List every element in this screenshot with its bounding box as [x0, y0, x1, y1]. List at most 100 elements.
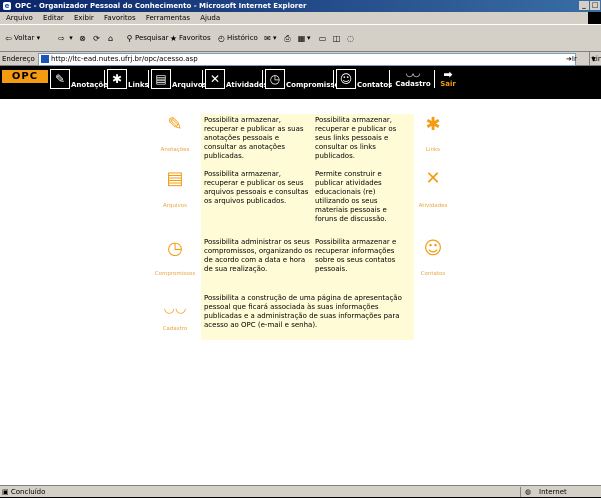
window-title-bar: e OPC - Organizador Pessoal do Conhecime… [0, 0, 601, 12]
refresh-button[interactable]: ⟳ [91, 31, 102, 45]
nav-separator [434, 70, 435, 88]
feature-label-arquivos[interactable]: Arquivos [153, 203, 197, 209]
zone-label: Internet [539, 488, 567, 496]
smiley-icon[interactable]: ☺ [411, 239, 455, 259]
nav-atividades[interactable]: ✕ Atividades [205, 69, 268, 91]
feature-desc-atividades: Permite construir e publicar atividades … [312, 168, 414, 236]
go-button[interactable]: ➔Ir [566, 52, 577, 66]
menu-bar: Arquivo Editar Exibir Favoritos Ferramen… [0, 12, 588, 24]
status-text: Concluído [10, 488, 46, 496]
feature-desc-cadastro: Possibilita a construção de uma página d… [201, 292, 414, 340]
edit-button[interactable]: ▦ ▾ [296, 31, 311, 45]
research-icon: ◫ [332, 33, 341, 43]
pencil-icon[interactable]: ✎ [153, 115, 197, 135]
mail-button[interactable]: ✉ ▾ [262, 31, 276, 45]
nav-arquivos[interactable]: ▤ Arquivos [151, 69, 207, 91]
nav-anotacoes[interactable]: ✎ Anotações [50, 69, 112, 91]
back-arrow-icon: ⇦ [5, 33, 12, 43]
nav-separator [148, 70, 149, 88]
nav-separator [104, 70, 105, 88]
security-zone: ◍ Internet [520, 487, 601, 497]
nav-contatos[interactable]: ☺ Contatos [336, 69, 392, 91]
file-cabinet-icon[interactable]: ▤ [153, 169, 197, 189]
nav-separator [202, 70, 203, 88]
browser-toolbar: ⇦ Voltar ▾ ⇨ ▾ ⊗ ⟳ ⌂ ⚲ Pesquisar ★ Favorito… [0, 24, 601, 52]
favorites-icon: ★ [169, 33, 178, 43]
feature-desc-contatos: Possibilita armazenar e recuperar inform… [312, 236, 414, 292]
print-button[interactable]: ⎙ [282, 31, 293, 45]
menu-exibir[interactable]: Exibir [74, 14, 94, 22]
address-input[interactable]: http://ltc-ead.nutes.ufrj.br/opc/acesso.… [38, 53, 599, 66]
address-label: Endereço [2, 55, 35, 63]
home-icon: ⌂ [107, 33, 114, 43]
feature-label-compromissos[interactable]: Compromissos [151, 271, 199, 277]
feature-desc-links: Possibilita armazenar, recuperar e publi… [312, 114, 414, 170]
links-button[interactable]: Lin [589, 52, 601, 66]
opc-logo: OPC [2, 70, 48, 83]
glasses-icon[interactable]: ◡◡ [153, 299, 197, 319]
feature-label-atividades[interactable]: Atividades [411, 203, 455, 209]
stop-button[interactable]: ⊗ [77, 31, 88, 45]
app-nav-bar: OPC ✎ Anotações ✱ Links ▤ Arquivos ✕ Ativida… [0, 66, 601, 99]
page-icon [41, 55, 49, 63]
file-cabinet-icon: ▤ [151, 69, 171, 89]
menu-editar[interactable]: Editar [43, 14, 64, 22]
web-icon: ✱ [107, 69, 127, 89]
feature-label-cadastro[interactable]: Cadastro [153, 326, 197, 332]
page-done-icon: ▣ [2, 488, 9, 496]
history-icon: ◴ [218, 33, 225, 43]
nav-separator [389, 70, 390, 88]
tools-icon: ✕ [205, 69, 225, 89]
minimize-button[interactable]: _ [579, 1, 589, 10]
nav-links[interactable]: ✱ Links [107, 69, 149, 91]
feature-label-contatos[interactable]: Contatos [411, 271, 455, 277]
favorites-button[interactable]: ★ Favoritos [168, 31, 211, 45]
messenger-button[interactable]: ◌ [345, 31, 356, 45]
messenger-icon: ◌ [347, 33, 354, 43]
refresh-icon: ⟳ [93, 33, 100, 43]
address-bar: Endereço http://ltc-ead.nutes.ufrj.br/op… [0, 52, 601, 66]
menu-ajuda[interactable]: Ajuda [200, 14, 220, 22]
back-button[interactable]: ⇦ Voltar ▾ [3, 31, 40, 45]
exit-arrow-icon: ➡ [443, 68, 453, 81]
web-icon[interactable]: ✱ [411, 115, 455, 135]
discuss-button[interactable]: ▭ [317, 31, 328, 45]
maximize-button[interactable]: □ [590, 1, 600, 10]
nav-separator [333, 70, 334, 88]
search-icon: ⚲ [126, 33, 133, 43]
globe-icon: ◍ [525, 488, 532, 496]
clock-icon: ◷ [265, 69, 285, 89]
search-button[interactable]: ⚲ Pesquisar [124, 31, 169, 45]
address-url: http://ltc-ead.nutes.ufrj.br/opc/acesso.… [51, 55, 198, 63]
menu-arquivo[interactable]: Arquivo [6, 14, 33, 22]
pencil-icon: ✎ [50, 69, 70, 89]
window-title: OPC - Organizador Pessoal do Conheciment… [15, 2, 307, 10]
main-content: ✎ Anotações Possibilita armazenar, recup… [0, 99, 601, 485]
feature-desc-compromissos: Possibilita administrar os seus compromi… [201, 236, 316, 292]
tools-icon[interactable]: ✕ [411, 169, 455, 189]
feature-label-links[interactable]: Links [411, 147, 455, 153]
exit-button[interactable]: ➡ Sair [437, 69, 459, 91]
menu-ferramentas[interactable]: Ferramentas [146, 14, 190, 22]
home-button[interactable]: ⌂ [105, 31, 116, 45]
forward-button[interactable]: ⇨ ▾ [56, 31, 73, 45]
feature-desc-anotacoes: Possibilita armazenar, recuperar e publi… [201, 114, 316, 170]
history-button[interactable]: ◴ Histórico [216, 31, 258, 45]
glasses-icon: ◡◡ [406, 69, 420, 79]
stop-icon: ⊗ [79, 33, 86, 43]
clock-icon[interactable]: ◷ [153, 239, 197, 259]
discuss-icon: ▭ [318, 33, 327, 43]
print-icon: ⎙ [284, 33, 291, 43]
menu-favoritos[interactable]: Favoritos [104, 14, 136, 22]
nav-separator [262, 70, 263, 88]
mail-icon: ✉ [264, 33, 271, 43]
status-bar: ▣ Concluído ◍ Internet [0, 485, 601, 497]
feature-label-anotacoes[interactable]: Anotações [153, 147, 197, 153]
smiley-icon: ☺ [336, 69, 356, 89]
feature-desc-arquivos: Possibilita armazenar, recuperar e publi… [201, 168, 316, 236]
forward-arrow-icon: ⇨ [58, 33, 65, 43]
edit-icon: ▦ [297, 33, 306, 43]
nav-compromissos[interactable]: ◷ Compromissos [265, 69, 344, 91]
nav-cadastro[interactable]: ◡◡ Cadastro [395, 69, 431, 91]
research-button[interactable]: ◫ [331, 31, 342, 45]
